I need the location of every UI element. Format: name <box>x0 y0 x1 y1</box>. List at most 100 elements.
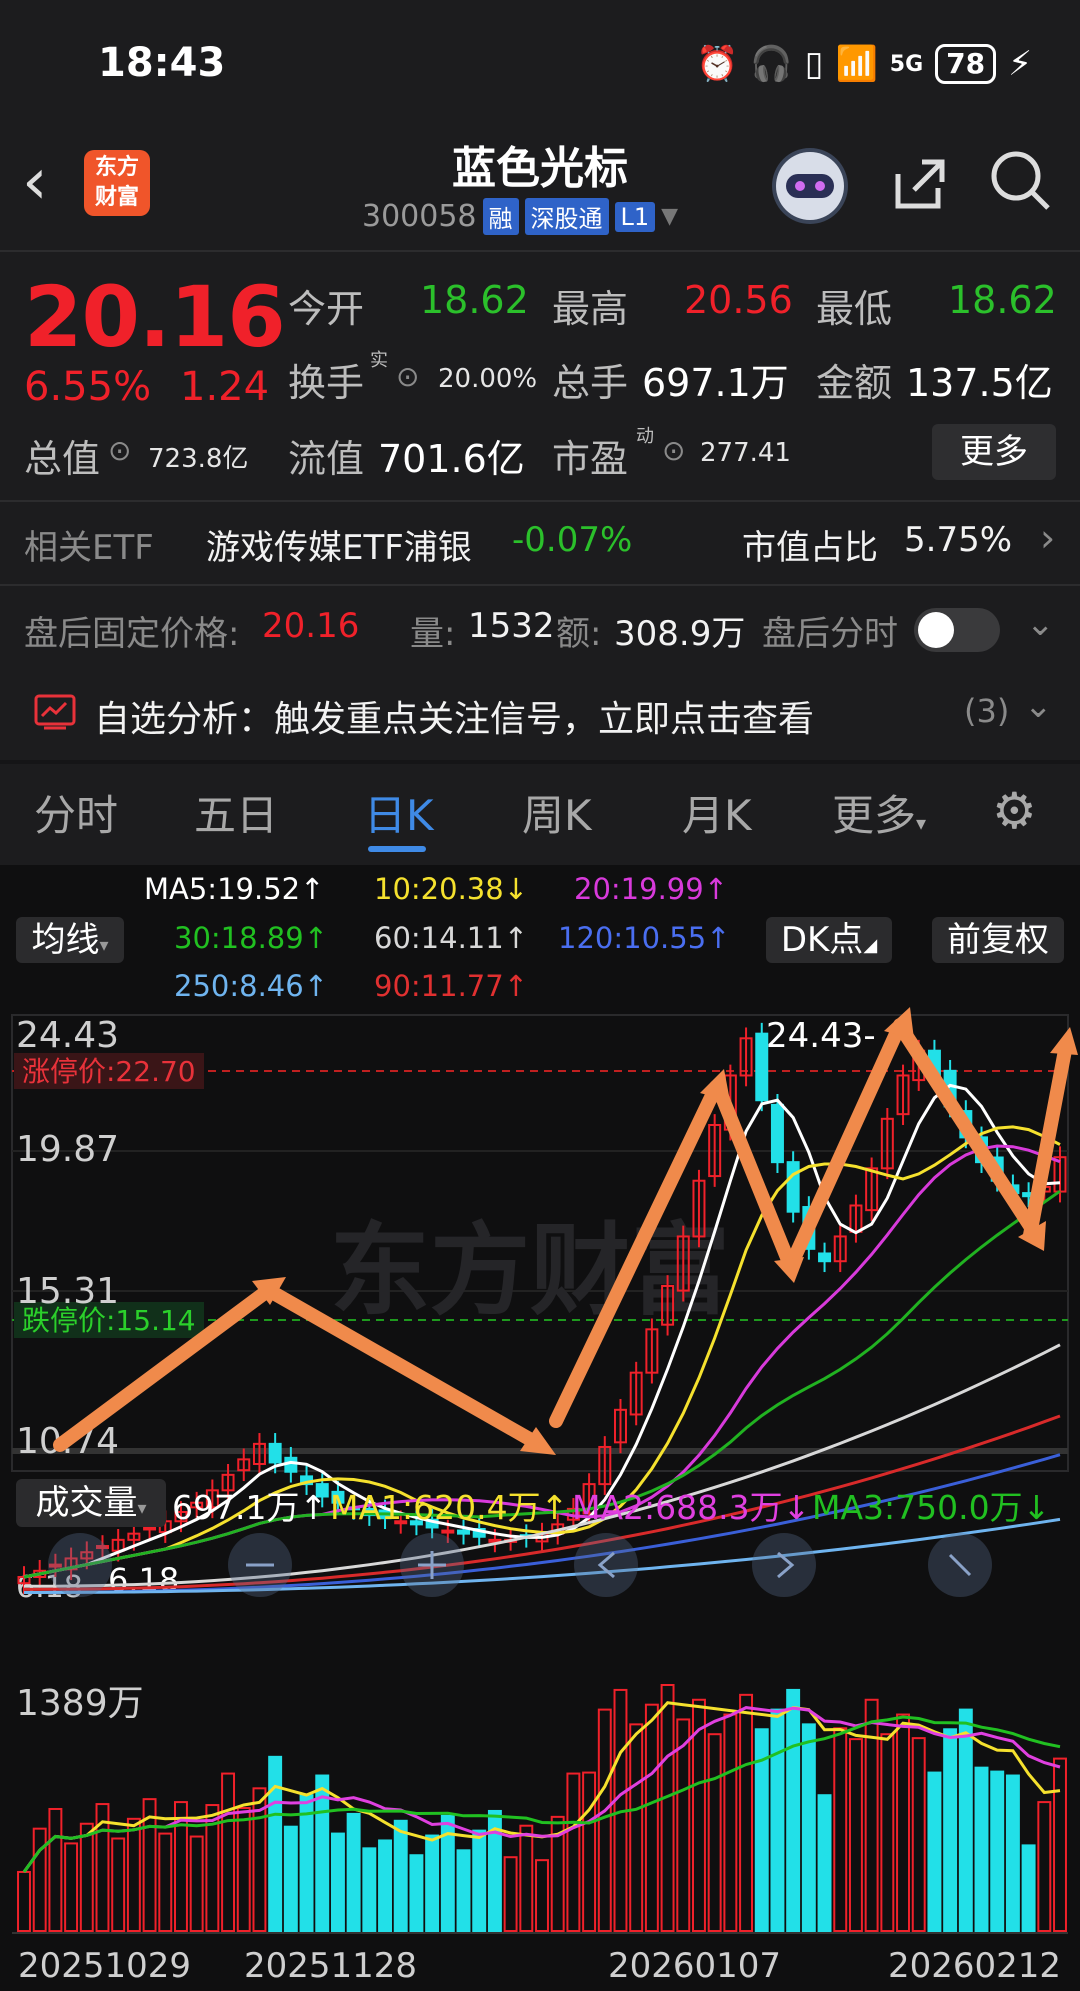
volume-bar <box>927 1771 942 1932</box>
volume-bar <box>911 1737 926 1932</box>
volume-bar <box>864 1698 879 1933</box>
chevron-right-icon: › <box>1040 516 1056 560</box>
app-logo: 东方 财富 <box>84 150 150 216</box>
volume-bar <box>283 1825 298 1932</box>
date-label: 20260212 <box>888 1946 1061 1986</box>
tag-margin: 融 <box>482 198 519 235</box>
info-icon[interactable]: ⊙ <box>662 434 685 467</box>
more-quote-button[interactable]: 更多 <box>932 424 1056 480</box>
vol-ma1-line <box>22 1701 1061 1873</box>
volume-bar <box>660 1684 675 1932</box>
kline-chart-area[interactable]: MA5:19.52↑ 10:20.38↓ 20:19.99↑ 均线▾ 30:18… <box>0 865 1080 1991</box>
mktcap-value: 723.8亿 <box>148 444 249 474</box>
divider <box>0 250 1080 252</box>
low-label: 最低 <box>816 287 893 331</box>
info-icon[interactable]: ⊙ <box>108 434 131 467</box>
tab-five-day[interactable]: 五日 <box>194 782 278 843</box>
volume-bar <box>378 1839 392 1932</box>
status-bar: 18:43 ⏰ 🎧 ▯ 📶 5G 78 ⚡ <box>0 0 1080 130</box>
volume-value: 697.1万↑ <box>172 1488 328 1527</box>
volume-bar <box>268 1755 283 1932</box>
volume-bar <box>48 1807 63 1933</box>
volume-bar <box>943 1728 958 1933</box>
open-value: 18.62 <box>420 278 529 322</box>
volume-bar <box>17 1870 31 1933</box>
tab-more[interactable]: 更多▾ <box>832 782 926 843</box>
settings-gear-icon[interactable]: ⚙ <box>992 782 1037 840</box>
nav-prev-icon[interactable] <box>574 1533 638 1597</box>
high-label: 最高 <box>552 287 629 331</box>
alarm-icon: ⏰ <box>696 44 739 84</box>
after-hours-vol-label: 量: <box>410 614 456 654</box>
tab-monthly-k[interactable]: 月K <box>682 782 752 843</box>
volume-label: 总手 <box>552 361 629 405</box>
volume-bars-group <box>17 1684 1067 1933</box>
vol-ma3-line <box>22 1715 1061 1873</box>
volume-bar <box>32 1827 47 1932</box>
alert-row[interactable]: 自选分析：触发重点关注信号，立即点击查看 (3) ⌄ <box>0 672 1080 752</box>
back-button[interactable]: ‹ <box>22 150 48 214</box>
after-hours-intraday-label: 盘后分时 <box>762 614 898 654</box>
nav-next-icon[interactable] <box>752 1533 816 1597</box>
volume-ma3: MA3:750.0万↓ <box>812 1488 1051 1527</box>
after-hours-vol: 1532 <box>468 606 555 646</box>
candle <box>143 1526 157 1531</box>
volume-bar <box>64 1842 79 1933</box>
arrow-down-3 <box>895 1022 1043 1242</box>
after-hours-toggle[interactable] <box>914 608 1000 652</box>
tab-daily-k[interactable]: 日K <box>364 782 434 843</box>
candle <box>457 1529 471 1535</box>
volume-bar <box>330 1832 345 1932</box>
volume-bar <box>472 1829 487 1933</box>
share-icon-svg <box>895 159 945 209</box>
volume-bar <box>801 1723 816 1932</box>
chevron-down-icon: ⌄ <box>1024 686 1053 726</box>
tag-connect: 深股通 <box>524 198 609 235</box>
etf-row[interactable]: 相关ETF 游戏传媒ETF浦银 -0.07% 市值占比 5.75% › <box>0 500 1080 584</box>
turnover-sup: 实 <box>370 350 388 371</box>
after-hours-label: 盘后固定价格: <box>24 614 240 654</box>
volume-bar <box>409 1854 424 1932</box>
volume-bar <box>503 1856 518 1933</box>
volume-value: 697.1万 <box>642 361 789 405</box>
volume-bar <box>221 1772 236 1932</box>
share-icon[interactable] <box>888 154 948 226</box>
stock-code-row[interactable]: 300058 融 深股通 L1 ▼ <box>362 198 678 235</box>
search-icon-svg <box>991 151 1050 210</box>
assistant-avatar[interactable] <box>772 148 848 224</box>
charging-icon: ⚡ <box>1008 44 1032 84</box>
high-marker-value: 24.43 <box>766 1016 863 1056</box>
logo-text-bottom: 财富 <box>94 185 139 210</box>
etf-name: 游戏传媒ETF浦银 <box>206 528 472 568</box>
volume-button-label: 成交量 <box>35 1483 138 1523</box>
change-amount: 1.24 <box>180 364 270 410</box>
chevron-down-icon[interactable]: ⌄ <box>1026 604 1055 644</box>
float-value: 701.6亿 <box>378 437 525 481</box>
price-tick: 19.87 <box>16 1129 119 1170</box>
volume-ma1: MA1:620.4万↑ <box>330 1488 569 1527</box>
volume-bar <box>848 1738 863 1932</box>
tab-intraday[interactable]: 分时 <box>34 782 118 843</box>
volume-bar <box>770 1708 785 1932</box>
volume-bar <box>896 1713 910 1933</box>
volume-bar <box>990 1770 1005 1932</box>
candle <box>441 1529 455 1534</box>
volume-indicator-button[interactable]: 成交量▾ <box>16 1479 166 1527</box>
volume-bar <box>644 1703 659 1932</box>
stock-code: 300058 <box>362 199 477 234</box>
analysis-chart-icon <box>34 694 76 730</box>
volume-ma2: MA2:688.3万↓ <box>572 1488 811 1527</box>
high-marker: 24.43- <box>766 1016 876 1056</box>
date-label: 20260107 <box>608 1946 781 1986</box>
search-icon[interactable] <box>988 148 1052 226</box>
info-icon[interactable]: ⊙ <box>396 360 419 393</box>
high-value: 20.56 <box>684 278 793 322</box>
volume-bar <box>723 1713 738 1933</box>
tab-weekly-k[interactable]: 周K <box>522 782 592 843</box>
volume-bar <box>1021 1844 1036 1933</box>
after-hours-amt: 308.9万 <box>614 614 746 654</box>
low-value: 18.62 <box>948 278 1057 322</box>
nav-first-icon[interactable] <box>48 1533 112 1597</box>
vol-ma2-line <box>22 1706 1061 1873</box>
volume-bar <box>189 1835 204 1933</box>
